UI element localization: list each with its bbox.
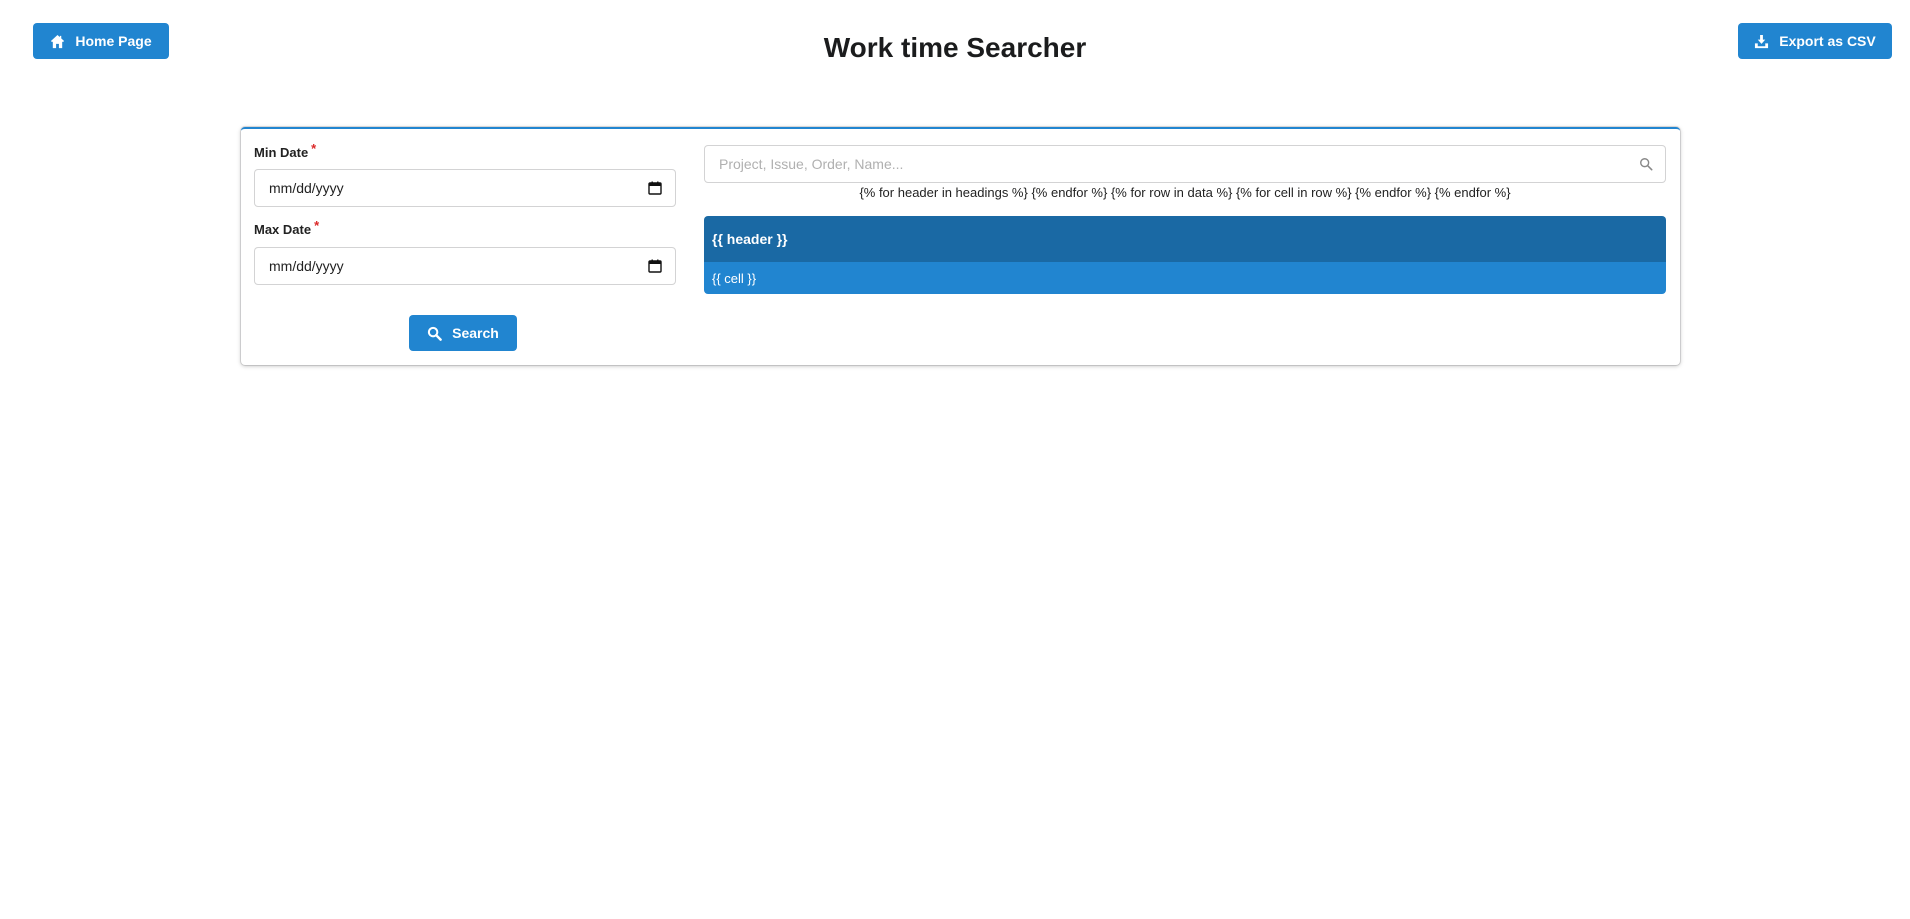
download-icon [1755, 34, 1769, 48]
min-date-value: mm/dd/yyyy [269, 180, 344, 196]
max-date-value: mm/dd/yyyy [269, 258, 344, 274]
min-date-label-text: Min Date [254, 145, 309, 160]
search-icon [1640, 158, 1653, 171]
export-csv-button[interactable]: Export as CSV [1738, 23, 1892, 59]
page-title: Work time Searcher [823, 32, 1087, 63]
max-date-label: Max Date * [254, 218, 319, 237]
search-input[interactable]: Project, Issue, Order, Name... [704, 145, 1666, 183]
search-panel: Min Date * mm/dd/yyyy Max Date * mm/dd/yyy… [241, 127, 1680, 365]
min-date-input[interactable]: mm/dd/yyyy [254, 169, 676, 207]
max-date-input[interactable]: mm/dd/yyyy [254, 247, 676, 285]
export-csv-label: Export as CSV [1779, 33, 1876, 49]
template-text: {% for header in headings %} {% endfor %… [859, 185, 1511, 200]
table-row: {{ cell }} [704, 262, 1666, 294]
calendar-icon[interactable] [648, 259, 662, 273]
table-header: {{ header }} [704, 216, 1666, 262]
required-marker: * [314, 218, 320, 233]
search-icon [427, 326, 442, 341]
search-placeholder: Project, Issue, Order, Name... [719, 156, 904, 172]
required-marker: * [311, 141, 317, 156]
results-table: {{ header }} {{ cell }} [704, 216, 1666, 294]
page: Home Page Work time Searcher Export as C… [0, 0, 1910, 919]
search-button[interactable]: Search [409, 315, 517, 351]
max-date-label-text: Max Date [254, 222, 312, 237]
calendar-icon[interactable] [648, 181, 662, 195]
search-button-label: Search [452, 325, 499, 341]
min-date-label: Min Date * [254, 141, 316, 160]
